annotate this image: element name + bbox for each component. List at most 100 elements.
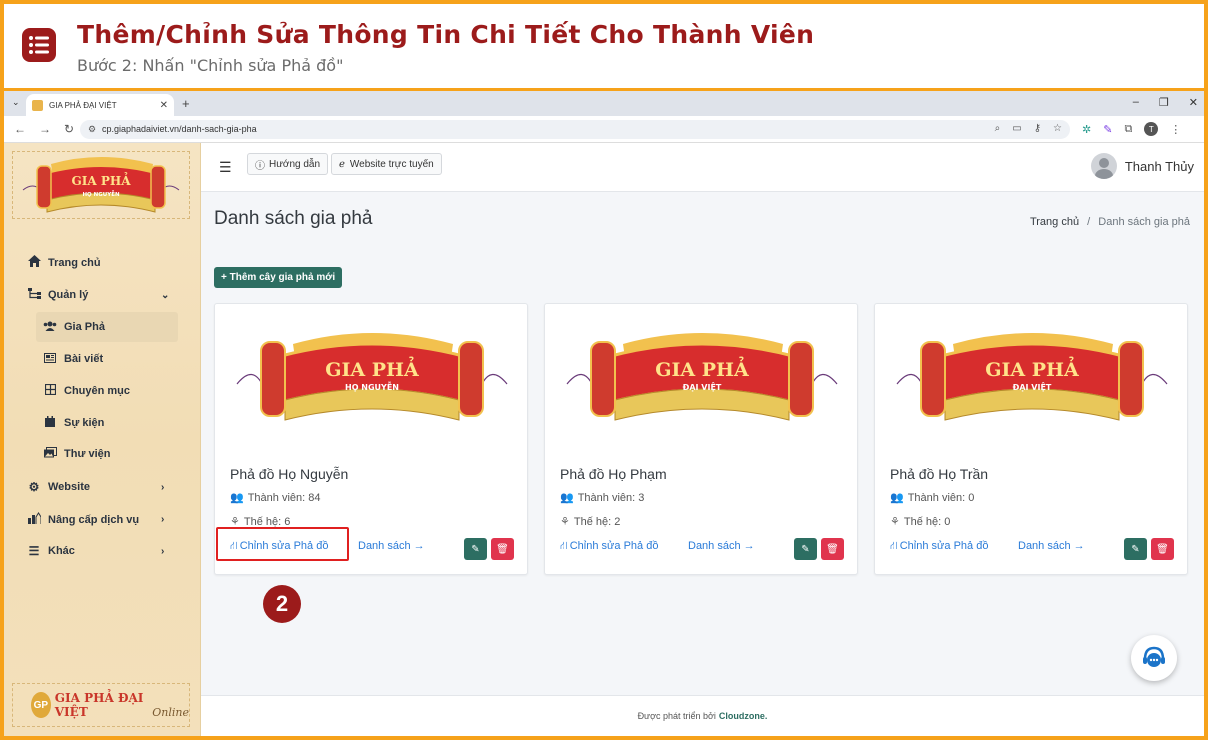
delete-button[interactable]: 🗑 <box>491 538 514 560</box>
avatar <box>1090 153 1117 179</box>
card-title: Phả đồ Họ Phạm <box>560 466 667 482</box>
sidebar-item-categories[interactable]: Chuyên mục <box>42 383 130 398</box>
support-chat-button[interactable] <box>1131 635 1177 681</box>
edit-button[interactable]: ✎ <box>1124 538 1147 560</box>
window-controls: – ❐ ✕ <box>1133 96 1198 109</box>
edit-family-chart-link[interactable]: ⛙ Chỉnh sửa Phả đồ <box>890 540 988 554</box>
sidebar-item-manage[interactable]: Quản lý ⌄ <box>26 288 169 302</box>
browser-toolbar: ← → ↻ ⚙ cp.giaphadaiviet.vn/danh-sach-gi… <box>4 116 1204 143</box>
sidebar-item-genealogy[interactable]: Gia Phả <box>42 320 105 334</box>
breadcrumb-home[interactable]: Trang chủ <box>1030 216 1079 228</box>
sidebar-item-posts[interactable]: Bài viết <box>42 352 103 366</box>
guide-subtitle: Bước 2: Nhấn "Chỉnh sửa Phả đồ" <box>77 56 344 75</box>
banner-subtitle: ĐẠI VIỆT <box>1013 382 1052 392</box>
more-menu-icon[interactable]: ⋮ <box>1170 123 1181 136</box>
sidebar-item-label: Website <box>48 481 90 493</box>
cast-icon[interactable]: ▭ <box>1012 123 1021 134</box>
brand-suffix: Online <box>152 705 189 719</box>
sidebar-logo[interactable]: GIA PHẢ HỌ NGUYỄN <box>12 151 190 219</box>
key-icon[interactable]: ⚷ <box>1034 123 1041 134</box>
profile-avatar[interactable]: T <box>1144 122 1159 136</box>
zoom-icon[interactable]: ⌕ <box>995 123 1001 134</box>
sidebar-item-home[interactable]: Trang chủ <box>26 255 101 270</box>
sitemap-icon: ⛙ <box>560 540 568 552</box>
generation-count-text: Thế hệ: 0 <box>903 516 951 528</box>
family-tree-banner: GIA PHẢ HỌ NGUYỄN <box>236 333 508 421</box>
generation-count-text: Thế hệ: 2 <box>573 516 621 528</box>
puzzle-icon[interactable]: ⧉ <box>1124 123 1132 136</box>
forward-icon[interactable]: → <box>39 122 51 136</box>
guide-title: Thêm/Chỉnh Sửa Thông Tin Chi Tiết Cho Th… <box>77 20 815 49</box>
sidebar-item-label: Khác <box>48 545 75 557</box>
hamburger-icon[interactable]: ☰ <box>219 159 232 176</box>
sidebar-item-label: Thư viện <box>64 448 111 460</box>
list-menu-icon <box>22 28 56 62</box>
edit-link-label: Chỉnh sửa Phả đồ <box>569 540 659 552</box>
banner-title: GIA PHẢ <box>655 355 749 381</box>
card-title: Phả đồ Họ Nguyễn <box>230 466 349 482</box>
generation-count: ⚘ Thế hệ: 0 <box>890 515 950 528</box>
sidebar-item-other[interactable]: ☰ Khác › <box>26 544 165 558</box>
edit-icon: ✎ <box>801 543 810 555</box>
close-window-icon[interactable]: ✕ <box>1189 96 1198 109</box>
guide-button-label: Hướng dẫn <box>269 158 321 170</box>
member-list-link[interactable]: Danh sách → <box>688 540 755 552</box>
sidebar-item-events[interactable]: Sự kiện <box>42 416 104 430</box>
sidebar-item-upgrade[interactable]: Nâng cấp dịch vụ › <box>26 512 164 527</box>
back-icon[interactable]: ← <box>14 122 26 136</box>
home-icon <box>26 255 42 270</box>
member-count-text: Thành viên: 3 <box>577 492 645 504</box>
chevron-right-icon: › <box>161 514 165 525</box>
tab-list-chevron-icon[interactable]: ⌄ <box>12 97 20 108</box>
sitemap-icon <box>26 288 42 302</box>
family-tree-card: GIA PHẢ ĐẠI VIỆT Phả đồ Họ Phạm 👥 Thành v… <box>544 303 858 575</box>
reload-icon[interactable]: ↻ <box>64 122 74 136</box>
restore-icon[interactable]: ❐ <box>1159 96 1169 109</box>
extension-icon[interactable]: ✲ <box>1082 123 1091 136</box>
footer-text: Được phát triển bởi <box>637 711 716 721</box>
sidebar-item-label: Quản lý <box>48 289 89 301</box>
pen-extension-icon[interactable]: ✎ <box>1103 123 1112 136</box>
website-button-label: Website trực tuyến <box>349 158 434 170</box>
sidebar-item-label: Nâng cấp dịch vụ <box>48 513 140 526</box>
address-bar[interactable]: ⚙ cp.giaphadaiviet.vn/danh-sach-gia-pha … <box>80 120 1070 139</box>
user-menu[interactable]: Thanh Thủy <box>1090 153 1194 179</box>
url-text: cp.giaphadaiviet.vn/danh-sach-gia-pha <box>102 124 257 134</box>
grid-icon <box>42 383 58 398</box>
tutorial-frame: Thêm/Chỉnh Sửa Thông Tin Chi Tiết Cho Th… <box>4 4 1204 736</box>
trash-icon: 🗑 <box>1156 543 1169 555</box>
headset-icon <box>1143 646 1165 667</box>
website-button[interactable]: ℯ Website trực tuyến <box>331 153 442 175</box>
member-list-link[interactable]: Danh sách → <box>358 540 425 552</box>
edit-button[interactable]: ✎ <box>794 538 817 560</box>
users-icon <box>42 320 58 334</box>
edit-link-label: Chỉnh sửa Phả đồ <box>899 540 989 552</box>
sidebar-item-library[interactable]: Thư viện <box>42 447 110 461</box>
minimize-icon[interactable]: – <box>1133 96 1139 109</box>
edit-icon: ✎ <box>1131 543 1140 555</box>
member-count: 👥 Thành viên: 84 <box>230 491 320 504</box>
guide-button[interactable]: ⓘ Hướng dẫn <box>247 153 329 175</box>
page-title: Danh sách gia phả <box>214 208 373 229</box>
edit-button[interactable]: ✎ <box>464 538 487 560</box>
close-tab-icon[interactable]: ✕ <box>160 100 168 111</box>
seedling-icon: ⚘ <box>560 516 570 528</box>
calendar-icon <box>42 416 58 430</box>
footer-brand[interactable]: Cloudzone. <box>719 711 768 721</box>
sidebar-item-website[interactable]: ⚙ Website › <box>26 480 165 494</box>
edit-family-chart-link[interactable]: ⛙ Chỉnh sửa Phả đồ <box>560 540 658 554</box>
add-family-tree-button[interactable]: + Thêm cây gia phả mới <box>214 267 343 288</box>
site-info-icon[interactable]: ⚙ <box>88 124 96 135</box>
member-list-link[interactable]: Danh sách → <box>1018 540 1085 552</box>
brand-badge-icon: GP <box>31 692 51 718</box>
banner-title: GIA PHẢ <box>985 355 1079 381</box>
new-tab-icon[interactable]: + <box>182 96 190 111</box>
delete-button[interactable]: 🗑 <box>1151 538 1174 560</box>
nav-buttons: ← → ↻ <box>14 122 74 136</box>
images-icon <box>42 447 58 461</box>
browser-tab[interactable]: GIA PHẢ ĐẠI VIỆT ✕ <box>26 94 174 116</box>
breadcrumb-current: Danh sách gia phả <box>1098 216 1190 228</box>
star-icon[interactable]: ☆ <box>1053 123 1062 134</box>
delete-button[interactable]: 🗑 <box>821 538 844 560</box>
users-icon: 👥 <box>230 492 244 504</box>
